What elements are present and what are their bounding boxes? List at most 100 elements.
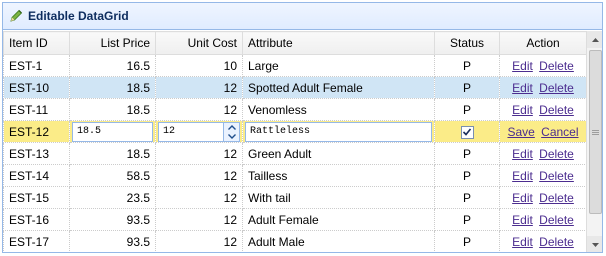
attribute-cell: Tailless: [242, 164, 435, 187]
unit-cost-cell: 12: [155, 230, 243, 252]
attribute-cell: Spotted Adult Female: [242, 76, 435, 99]
list-price-cell: 93.5: [69, 208, 156, 231]
item-id-cell: EST-11: [3, 98, 70, 121]
edit-link[interactable]: Edit: [512, 213, 533, 227]
attribute-input[interactable]: Rattleless: [245, 121, 432, 142]
list-price-cell: 16.5: [69, 54, 156, 77]
list-price-cell: 23.5: [69, 186, 156, 209]
item-id-cell: EST-16: [3, 208, 70, 231]
action-cell: Edit Delete: [499, 230, 587, 252]
edit-link[interactable]: Edit: [512, 59, 533, 73]
pencil-icon: [8, 8, 24, 24]
status-edit-cell: [434, 120, 500, 143]
item-id-cell: EST-13: [3, 142, 70, 165]
unit-cost-cell: 12: [155, 76, 243, 99]
attribute-edit-cell: Rattleless: [242, 120, 435, 143]
attribute-cell: Adult Female: [242, 208, 435, 231]
status-cell: P: [434, 76, 500, 99]
unit-cost-cell: 12: [155, 142, 243, 165]
column-header-item-id[interactable]: Item ID: [3, 31, 70, 55]
attribute-cell: Large: [242, 54, 435, 77]
table-row[interactable]: EST-15 23.5 12 With tail P Edit Delete: [3, 186, 587, 209]
table-row[interactable]: EST-11 18.5 12 Venomless P Edit Delete: [3, 98, 587, 121]
action-cell: Edit Delete: [499, 164, 587, 187]
edit-link[interactable]: Edit: [512, 103, 533, 117]
delete-link[interactable]: Delete: [539, 235, 574, 249]
column-header-list-price[interactable]: List Price: [69, 31, 156, 55]
action-cell: Edit Delete: [499, 142, 587, 165]
table-row[interactable]: EST-13 18.5 12 Green Adult P Edit Delete: [3, 142, 587, 165]
scroll-down-icon[interactable]: [587, 236, 602, 252]
status-checkbox[interactable]: [460, 125, 474, 139]
edit-link[interactable]: Edit: [512, 169, 533, 183]
action-cell: Edit Delete: [499, 98, 587, 121]
attribute-cell: Venomless: [242, 98, 435, 121]
attribute-cell: Green Adult: [242, 142, 435, 165]
list-price-cell: 18.5: [69, 142, 156, 165]
action-cell: Edit Delete: [499, 76, 587, 99]
status-cell: P: [434, 54, 500, 77]
item-id-cell: EST-12: [3, 120, 70, 143]
column-header-status[interactable]: Status: [434, 31, 500, 55]
unit-cost-cell: 12: [155, 98, 243, 121]
list-price-edit-cell: 18.5: [69, 120, 156, 143]
datagrid: Item ID List Price Unit Cost Attribute S…: [3, 31, 587, 252]
checkmark-icon: [462, 128, 472, 136]
edit-link[interactable]: Edit: [512, 81, 533, 95]
edit-link[interactable]: Edit: [512, 191, 533, 205]
item-id-cell: EST-14: [3, 164, 70, 187]
list-price-cell: 18.5: [69, 98, 156, 121]
attribute-cell: With tail: [242, 186, 435, 209]
delete-link[interactable]: Delete: [539, 81, 574, 95]
header-row: Item ID List Price Unit Cost Attribute S…: [3, 31, 587, 55]
table-row[interactable]: EST-16 93.5 12 Adult Female P Edit Delet…: [3, 208, 587, 231]
unit-cost-cell: 12: [155, 208, 243, 231]
cancel-link[interactable]: Cancel: [541, 125, 578, 139]
save-link[interactable]: Save: [507, 125, 534, 139]
status-cell: P: [434, 230, 500, 252]
status-cell: P: [434, 186, 500, 209]
unit-cost-spinner[interactable]: 12: [158, 121, 240, 142]
delete-link[interactable]: Delete: [539, 213, 574, 227]
column-header-unit-cost[interactable]: Unit Cost: [155, 31, 243, 55]
table-row[interactable]: EST-1 16.5 10 Large P Edit Delete: [3, 54, 587, 77]
panel-title: Editable DataGrid: [28, 9, 129, 23]
list-price-input[interactable]: 18.5: [72, 121, 153, 142]
attribute-cell: Adult Male: [242, 230, 435, 252]
column-header-action[interactable]: Action: [499, 31, 587, 55]
edit-link[interactable]: Edit: [512, 235, 533, 249]
unit-cost-cell: 10: [155, 54, 243, 77]
item-id-cell: EST-10: [3, 76, 70, 99]
datagrid-panel: Editable DataGrid Item ID List Price Uni…: [2, 2, 603, 253]
edit-link[interactable]: Edit: [512, 147, 533, 161]
item-id-cell: EST-17: [3, 230, 70, 252]
action-cell: Edit Delete: [499, 208, 587, 231]
status-cell: P: [434, 208, 500, 231]
spinner-buttons: [223, 122, 239, 141]
vertical-scrollbar[interactable]: [586, 31, 602, 252]
unit-cost-cell: 12: [155, 186, 243, 209]
table-row[interactable]: EST-14 58.5 12 Tailless P Edit Delete: [3, 164, 587, 187]
scroll-up-icon[interactable]: [587, 31, 602, 48]
scrollbar-thumb[interactable]: [589, 50, 602, 214]
delete-link[interactable]: Delete: [539, 191, 574, 205]
editing-row[interactable]: EST-12 18.5 12 Rattleless Save Cancel: [3, 120, 587, 143]
grip-icon: [592, 129, 599, 135]
delete-link[interactable]: Delete: [539, 103, 574, 117]
action-cell: Edit Delete: [499, 186, 587, 209]
table-row[interactable]: EST-17 93.5 12 Adult Male P Edit Delete: [3, 230, 587, 252]
delete-link[interactable]: Delete: [539, 147, 574, 161]
spinner-up-icon[interactable]: [224, 123, 239, 132]
unit-cost-input[interactable]: 12: [159, 123, 223, 141]
column-header-attribute[interactable]: Attribute: [242, 31, 435, 55]
list-price-cell: 18.5: [69, 76, 156, 99]
status-cell: P: [434, 164, 500, 187]
table-row[interactable]: EST-10 18.5 12 Spotted Adult Female P Ed…: [3, 76, 587, 99]
spinner-down-icon[interactable]: [224, 132, 239, 141]
delete-link[interactable]: Delete: [539, 169, 574, 183]
unit-cost-edit-cell: 12: [155, 120, 243, 143]
item-id-cell: EST-15: [3, 186, 70, 209]
action-cell: Save Cancel: [499, 120, 587, 143]
item-id-cell: EST-1: [3, 54, 70, 77]
delete-link[interactable]: Delete: [539, 59, 574, 73]
